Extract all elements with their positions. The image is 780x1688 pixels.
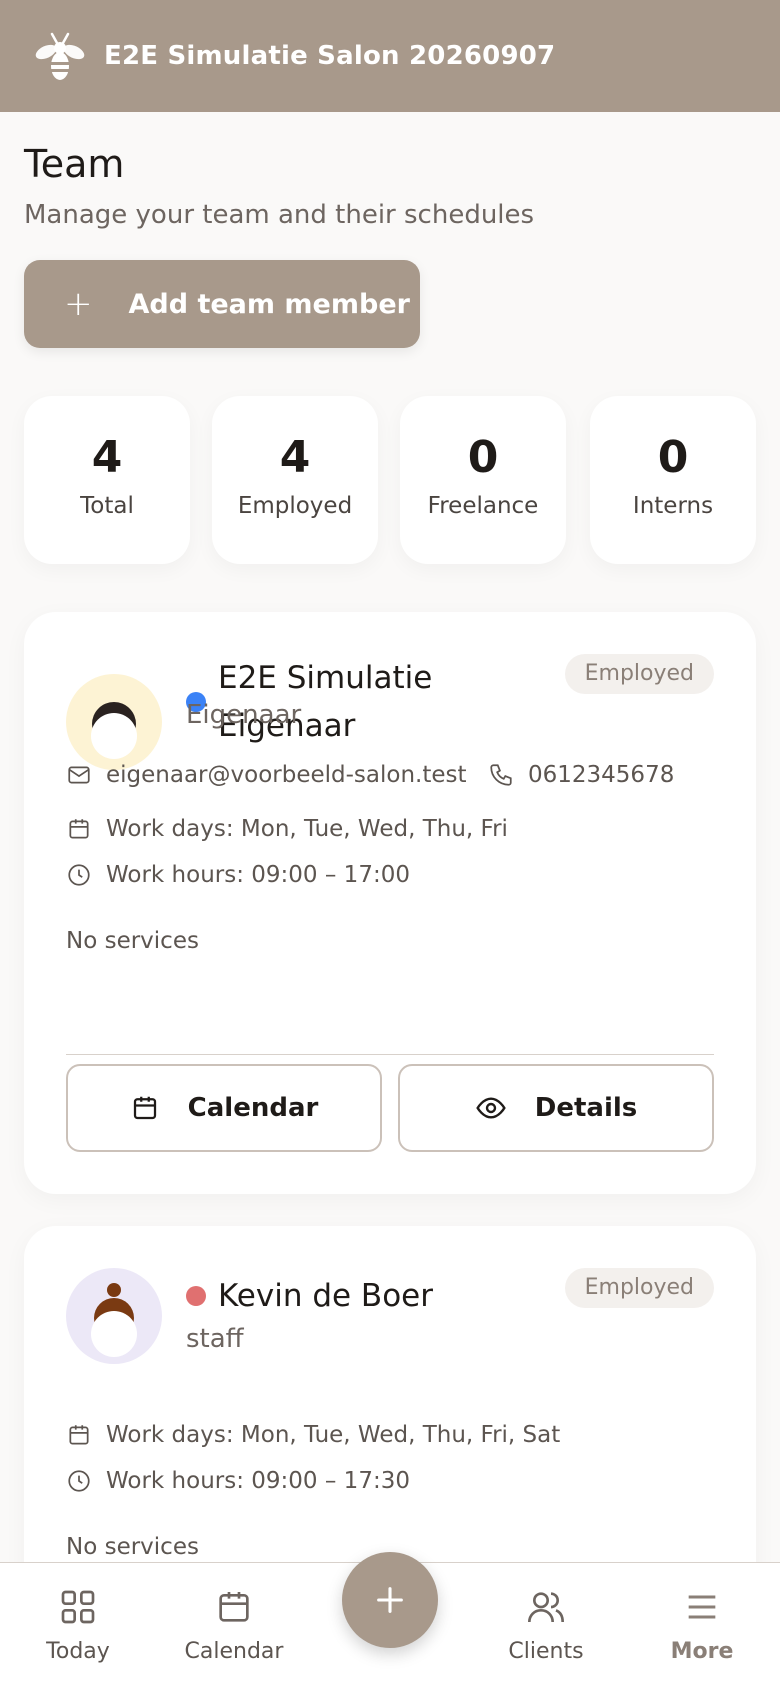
member-email[interactable]: eigenaar@voorbeeld-salon.test (106, 762, 467, 788)
stat-total: 4 Total (24, 396, 190, 564)
team-member-card: E2E Simulatie Eigenaar Eigenaar Employed… (24, 612, 756, 1194)
details-button-label: Details (534, 1093, 638, 1123)
work-days: Work days: Mon, Tue, Wed, Thu, Fri (106, 816, 508, 842)
stat-freelance: 0 Freelance (400, 396, 566, 564)
nav-calendar-label: Calendar (184, 1639, 284, 1664)
work-days: Work days: Mon, Tue, Wed, Thu, Fri, Sat (106, 1422, 561, 1448)
services-text: No services (66, 928, 199, 954)
calendar-icon (219, 1592, 249, 1622)
nav-today[interactable]: Today (18, 1587, 138, 1664)
plus-icon: + (64, 284, 93, 324)
calendar-icon (133, 1096, 156, 1120)
details-button[interactable]: Details (398, 1064, 714, 1152)
avatar (66, 1268, 162, 1364)
stat-employed: 4 Employed (212, 396, 378, 564)
team-stats: 4 Total 4 Employed 0 Freelance 0 Interns (24, 396, 756, 564)
stat-value: 4 (91, 432, 123, 483)
page-subtitle: Manage your team and their schedules (24, 200, 535, 230)
email-row: eigenaar@voorbeeld-salon.test (66, 762, 467, 788)
clock-icon (68, 864, 90, 886)
stat-label: Interns (632, 493, 714, 519)
salon-name: E2E Simulatie Salon 20260907 (104, 41, 556, 71)
stat-value: 0 (467, 432, 499, 483)
plus-icon (377, 1587, 403, 1613)
mail-icon (68, 766, 90, 784)
person-avatar-icon (91, 1283, 137, 1357)
member-name: Kevin de Boer (218, 1278, 433, 1314)
person-avatar-icon (91, 702, 137, 759)
nav-clients-label: Clients (508, 1639, 584, 1664)
member-role: staff (186, 1324, 244, 1354)
stat-label: Freelance (427, 493, 539, 519)
grid-icon (61, 1590, 95, 1624)
stat-interns: 0 Interns (590, 396, 756, 564)
work-hours: Work hours: 09:00 – 17:00 (106, 862, 410, 888)
nav-today-label: Today (46, 1639, 110, 1664)
page-title: Team (24, 142, 125, 186)
status-dot (186, 1286, 206, 1306)
work-hours-row: Work hours: 09:00 – 17:00 (66, 862, 410, 888)
nav-more-label: More (670, 1639, 734, 1664)
member-role: Eigenaar (186, 700, 302, 730)
nav-clients[interactable]: Clients (486, 1587, 606, 1664)
add-team-member-button[interactable]: + Add team member (24, 260, 420, 348)
nav-calendar[interactable]: Calendar (174, 1587, 294, 1664)
eye-icon (476, 1097, 506, 1119)
work-hours: Work hours: 09:00 – 17:30 (106, 1468, 410, 1494)
users-icon (528, 1592, 564, 1623)
clock-icon (68, 1470, 90, 1492)
employment-badge: Employed (564, 654, 714, 694)
member-phone[interactable]: 0612345678 (528, 762, 674, 788)
app-header: E2E Simulatie Salon 20260907 (0, 0, 780, 112)
stat-value: 0 (657, 432, 689, 483)
bee-icon (35, 32, 85, 80)
calendar-button[interactable]: Calendar (66, 1064, 382, 1152)
employment-badge: Employed (564, 1268, 714, 1308)
add-team-member-label: Add team member (128, 288, 410, 320)
calendar-icon (69, 1425, 89, 1445)
phone-icon (490, 764, 512, 786)
avatar (66, 674, 162, 770)
work-days-row: Work days: Mon, Tue, Wed, Thu, Fri, Sat (66, 1422, 560, 1448)
stat-label: Total (80, 493, 134, 519)
stat-label: Employed (237, 493, 353, 519)
calendar-icon (69, 819, 89, 839)
phone-row: 0612345678 (488, 762, 674, 788)
services-text: No services (66, 1534, 199, 1560)
calendar-button-label: Calendar (187, 1093, 319, 1123)
work-days-row: Work days: Mon, Tue, Wed, Thu, Fri (66, 816, 508, 842)
quick-add-button[interactable] (342, 1552, 438, 1648)
work-hours-row: Work hours: 09:00 – 17:30 (66, 1468, 410, 1494)
menu-icon (688, 1595, 716, 1619)
stat-value: 4 (279, 432, 311, 483)
nav-more[interactable]: More (642, 1587, 762, 1664)
divider (66, 1054, 714, 1055)
